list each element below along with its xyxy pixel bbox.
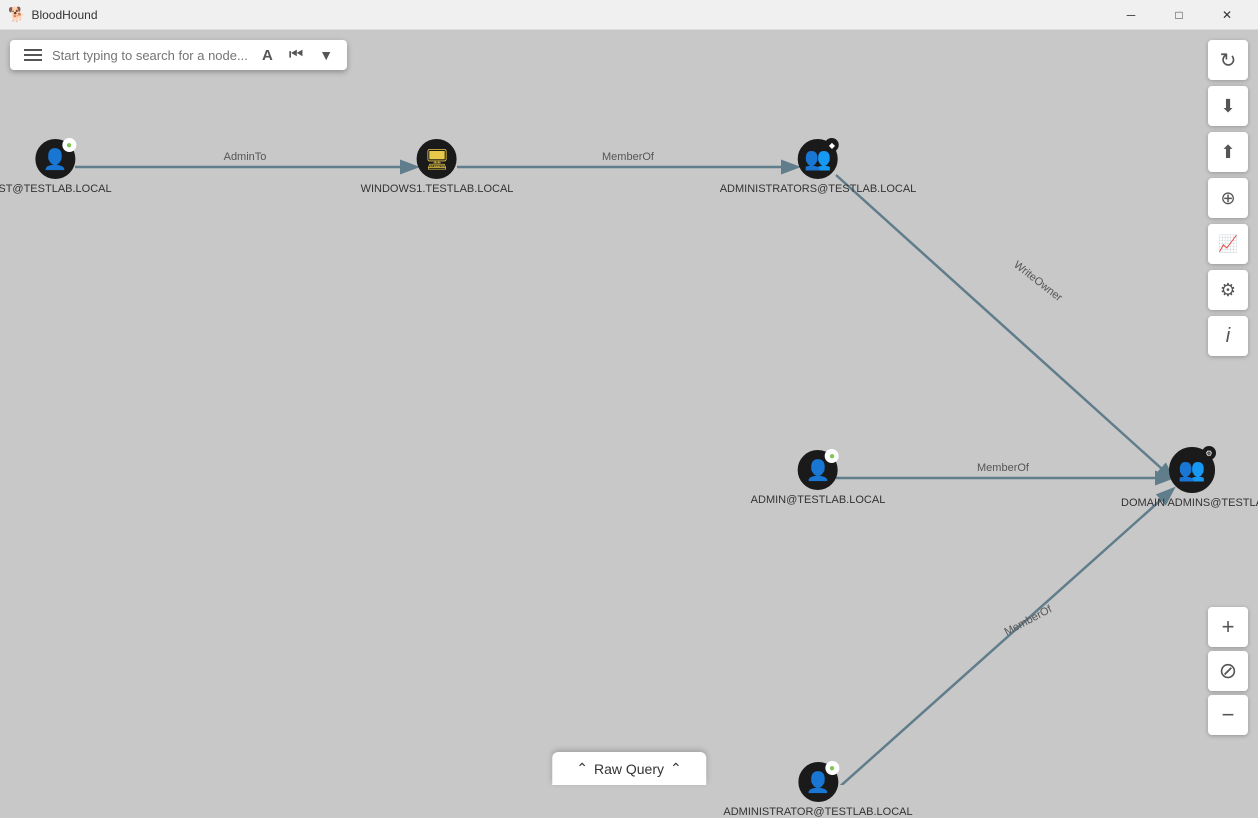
node-label-domain-admins: DOMAIN ADMINS@TESTLA [1121,497,1258,509]
edge-writeowner [836,175,1172,478]
node-badge-user-admin: ● [825,449,839,463]
node-computer-windows1[interactable]: 🖥 WINDOWS1.TESTLAB.LOCAL [361,139,514,195]
user-st-icon: 👤 [43,147,68,172]
zoom-in-button[interactable]: + [1208,607,1248,647]
titlebar: 🐕 BloodHound ─ □ ✕ [0,0,1258,30]
minimize-button[interactable]: ─ [1108,0,1154,30]
node-label-user-st: ST@TESTLAB.LOCAL [0,183,112,195]
node-label-administrator: ADMINISTRATOR@TESTLAB.LOCAL [723,806,912,818]
node-circle-administrator: 👤 ● [798,762,838,802]
chart-button[interactable]: 📈 [1208,224,1248,264]
titlebar-controls: ─ □ ✕ [1108,0,1250,30]
node-badge-administrator: ● [825,761,839,775]
close-button[interactable]: ✕ [1204,0,1250,30]
download-db-button[interactable]: ⬇ [1208,86,1248,126]
edge-label-memberof-3: MemberOf [1002,603,1054,638]
node-label-administrators: ADMINISTRATORS@TESTLAB.LOCAL [720,183,917,195]
app-icon: 🐕 [8,6,25,23]
node-label-admin: ADMIN@TESTLAB.LOCAL [751,494,886,506]
toolbar: A ⏮ ▼ [10,40,347,70]
user-administrator-icon: 👤 [806,770,831,795]
upload-button[interactable]: ⬆ [1208,132,1248,172]
maximize-button[interactable]: □ [1156,0,1202,30]
hamburger-line-1 [24,49,42,51]
menu-button[interactable] [18,47,48,63]
zoom-reset-button[interactable]: ⊘ [1208,651,1248,691]
search-input[interactable] [52,48,252,63]
edge-label-adminto: AdminTo [224,151,267,163]
raw-query-bar[interactable]: ⌃ Raw Query ⌃ [552,752,706,785]
group-domain-admins-icon: 👥 [1178,457,1205,483]
node-circle-user-admin: 👤 ● [798,450,838,490]
node-user-st[interactable]: 👤 ● ST@TESTLAB.LOCAL [0,139,112,195]
computer-icon: 🖥 [424,147,449,172]
edge-label-memberof-2: MemberOf [977,462,1029,474]
node-label-windows1: WINDOWS1.TESTLAB.LOCAL [361,183,514,195]
node-user-administrator[interactable]: 👤 ● ADMINISTRATOR@TESTLAB.LOCAL [723,762,912,818]
font-size-button[interactable]: A [256,45,279,66]
edge-label-writeowner: WriteOwner [1011,259,1064,304]
node-badge-administrators: ◆ [825,138,839,152]
node-circle-user-st: 👤 ● [35,139,75,179]
hamburger-line-3 [24,59,42,61]
hamburger-line-2 [24,54,42,56]
zoom-controls: + ⊘ − [1208,607,1248,735]
node-user-admin[interactable]: 👤 ● ADMIN@TESTLAB.LOCAL [751,450,886,506]
node-badge-domain-admins: ⚙ [1202,446,1216,460]
node-badge-user-st: ● [62,138,76,152]
node-circle-domain-admins: 👥 ⚙ [1169,447,1215,493]
titlebar-left: 🐕 BloodHound [8,6,98,23]
graph-edges [0,30,1258,785]
edge-label-memberof-1: MemberOf [602,151,654,163]
node-circle-administrators: 👥 ◆ [798,139,838,179]
titlebar-title: BloodHound [31,8,97,22]
filter-button[interactable]: ▼ [313,45,339,65]
info-button[interactable]: i [1208,316,1248,356]
settings-button[interactable]: ⚙ [1208,270,1248,310]
back-to-start-button[interactable]: ⏮ [283,44,309,66]
zoom-out-button[interactable]: − [1208,695,1248,735]
node-circle-computer-windows1: 🖥 [417,139,457,179]
edge-memberof-3 [836,490,1172,785]
main-area: A ⏮ ▼ AdminTo MemberOf WriteOwner Member… [0,30,1258,785]
locate-button[interactable]: ⊕ [1208,178,1248,218]
right-panel: ↻ ⬇ ⬆ ⊕ 📈 ⚙ i [1208,40,1248,356]
node-group-administrators[interactable]: 👥 ◆ ADMINISTRATORS@TESTLAB.LOCAL [720,139,917,195]
raw-query-chevron-up: ⌃ [576,760,588,777]
refresh-button[interactable]: ↻ [1208,40,1248,80]
raw-query-label: Raw Query [594,761,664,777]
node-group-domain-admins[interactable]: 👥 ⚙ DOMAIN ADMINS@TESTLA [1121,447,1258,509]
raw-query-chevron-up-2: ⌃ [670,760,682,777]
